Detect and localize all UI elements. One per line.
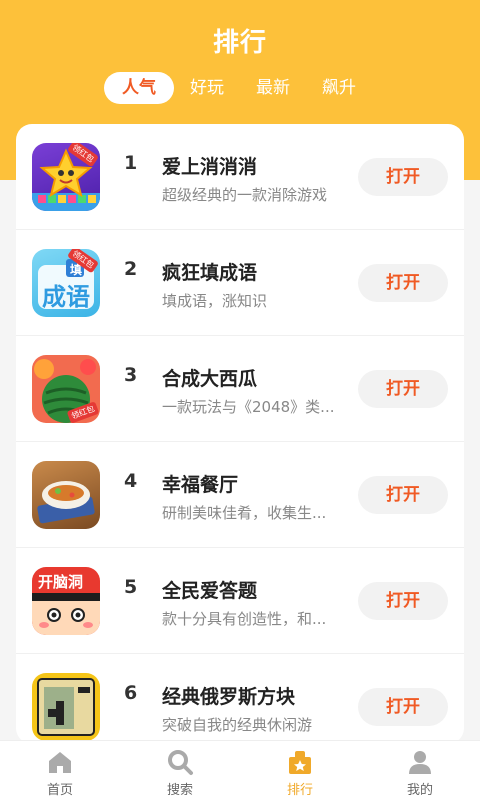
nav-search[interactable]: 搜索 <box>120 741 240 800</box>
page-title: 排行 <box>212 28 267 58</box>
app-description: 突破自我的经典休闲游 <box>162 716 313 734</box>
home-icon <box>49 752 71 773</box>
rank-number: 4 <box>124 470 138 492</box>
app-description: 填成语，涨知识 <box>162 292 268 310</box>
list-item[interactable]: 领红包 1 爱上消消消 超级经典的一款消除游戏 打开 <box>16 124 464 230</box>
rank-number: 1 <box>124 152 138 174</box>
restaurant-dish-icon[interactable] <box>32 461 100 529</box>
watermelon-icon[interactable]: 领红包 <box>32 355 100 423</box>
idiom-game-icon[interactable]: 填 成语 领红包 <box>32 249 100 317</box>
tab-rising[interactable]: 飙升 <box>306 72 372 104</box>
tab-newest[interactable]: 最新 <box>240 72 306 104</box>
ranking-icon <box>289 751 311 774</box>
app-description: 超级经典的一款消除游戏 <box>162 186 328 204</box>
app-name: 爱上消消消 <box>162 156 258 178</box>
icon-title-label: 成语 <box>42 283 90 311</box>
rank-number: 3 <box>124 364 138 386</box>
open-button[interactable]: 打开 <box>358 688 448 726</box>
nav-ranking-label: 排行 <box>286 783 313 798</box>
open-button[interactable]: 打开 <box>358 158 448 196</box>
search-icon <box>168 750 193 775</box>
rank-number: 6 <box>124 682 138 704</box>
nav-search-label: 搜索 <box>166 783 193 798</box>
app-name: 合成大西瓜 <box>162 368 258 390</box>
open-button[interactable]: 打开 <box>358 370 448 408</box>
rank-number: 5 <box>124 576 138 598</box>
tab-bar: 人气 好玩 最新 飙升 <box>104 72 372 104</box>
icon-title-label: 开脑洞 <box>38 573 84 591</box>
list-item[interactable]: 4 幸福餐厅 研制美味佳肴，收集生... 打开 <box>16 442 464 548</box>
app-name: 经典俄罗斯方块 <box>162 686 296 708</box>
app-description: 款十分具有创造性，和... <box>162 610 327 628</box>
star-candy-icon[interactable]: 领红包 <box>32 143 100 211</box>
open-button[interactable]: 打开 <box>358 476 448 514</box>
app-description: 研制美味佳肴，收集生... <box>162 504 327 522</box>
quiz-cartoon-icon[interactable]: 开脑洞 <box>32 567 100 635</box>
nav-ranking[interactable]: 排行 <box>240 741 360 800</box>
list-item[interactable]: 开脑洞 5 全民爱答题 款十分具有创造性，和... 打开 <box>16 548 464 654</box>
app-name: 疯狂填成语 <box>162 262 258 284</box>
nav-home-label: 首页 <box>46 783 73 798</box>
app-name: 全民爱答题 <box>162 580 258 602</box>
app-name: 幸福餐厅 <box>162 474 239 496</box>
nav-home[interactable]: 首页 <box>0 741 120 800</box>
list-item[interactable]: 6 经典俄罗斯方块 突破自我的经典休闲游 打开 <box>16 654 464 744</box>
open-button[interactable]: 打开 <box>358 582 448 620</box>
nav-profile-label: 我的 <box>406 783 433 798</box>
ranking-list: 领红包 1 爱上消消消 超级经典的一款消除游戏 打开 填 成语 领红包 2 疯狂… <box>16 124 464 744</box>
tetris-icon[interactable] <box>32 673 100 741</box>
tab-fun[interactable]: 好玩 <box>174 72 240 104</box>
open-button[interactable]: 打开 <box>358 264 448 302</box>
rank-number: 2 <box>124 258 138 280</box>
bottom-nav: 首页 搜索 排行 我的 <box>0 740 480 800</box>
list-item[interactable]: 填 成语 领红包 2 疯狂填成语 填成语，涨知识 打开 <box>16 230 464 336</box>
nav-profile[interactable]: 我的 <box>360 741 480 800</box>
user-icon <box>409 751 431 774</box>
list-item[interactable]: 领红包 3 合成大西瓜 一款玩法与《2048》类... 打开 <box>16 336 464 442</box>
tab-popular[interactable]: 人气 <box>104 72 174 104</box>
app-description: 一款玩法与《2048》类... <box>162 398 335 416</box>
